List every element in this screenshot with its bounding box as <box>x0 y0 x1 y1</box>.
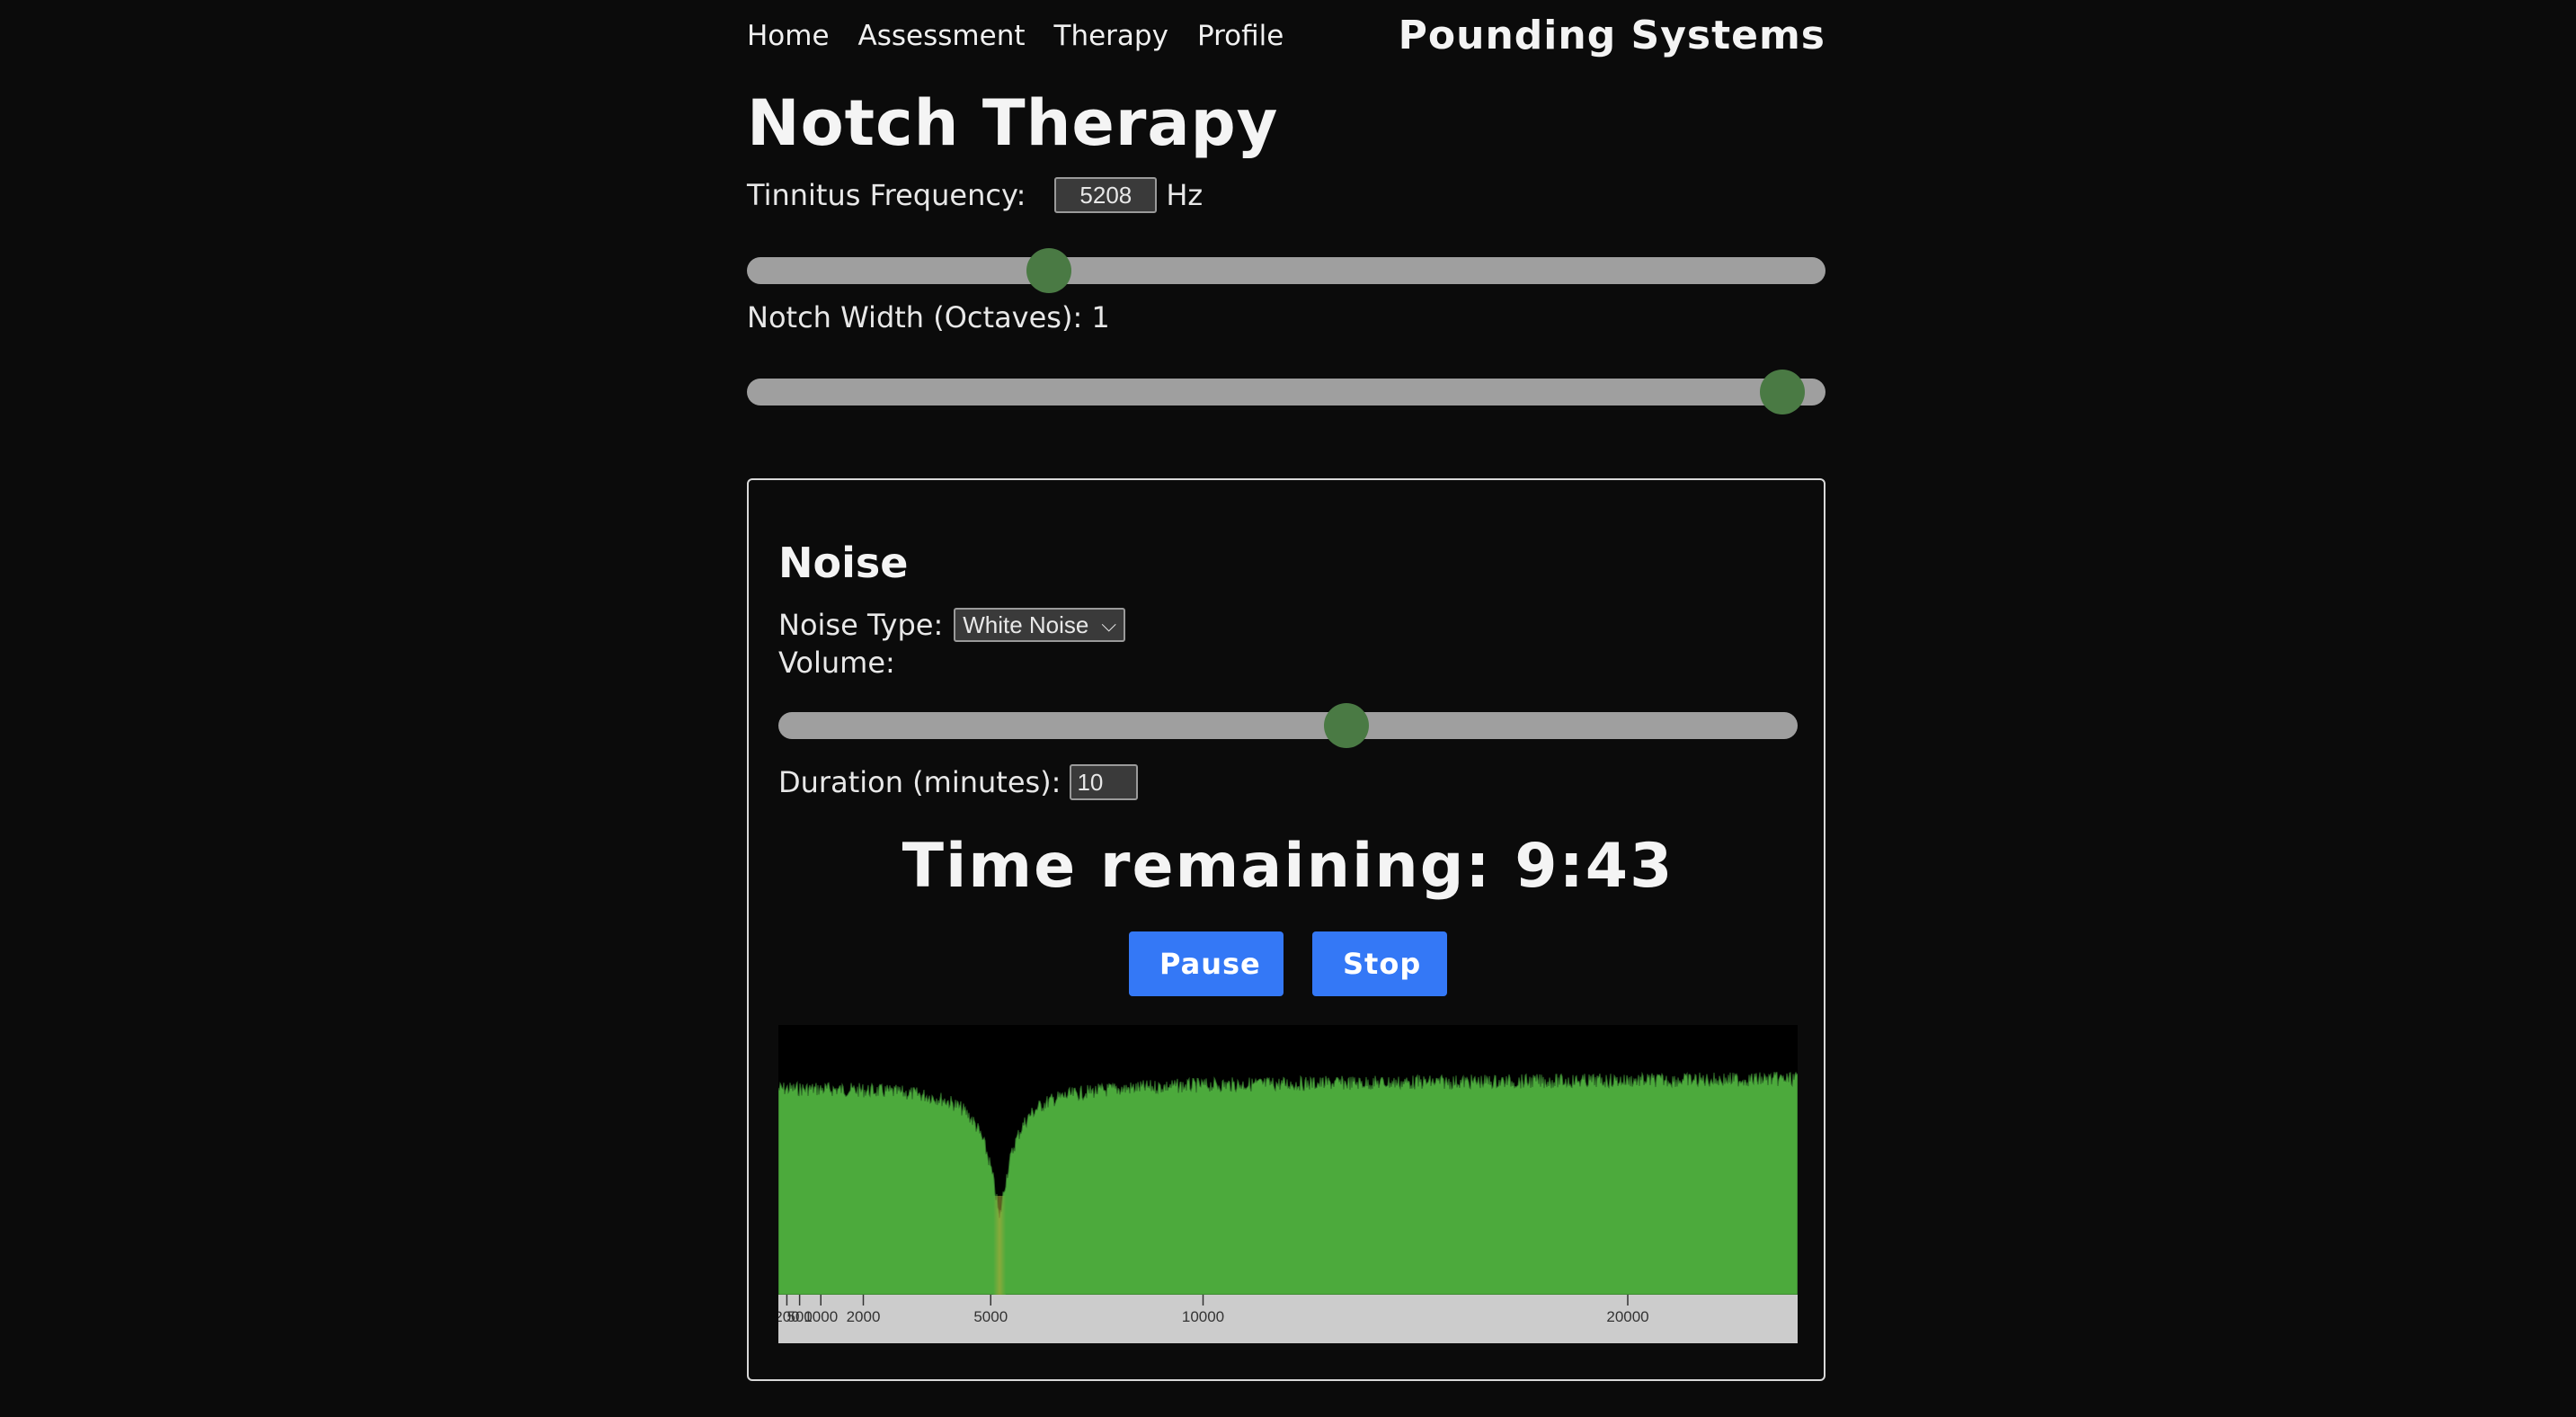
tick-label-5000: 5000 <box>973 1308 1008 1325</box>
duration-label: Duration (minutes): <box>778 765 1061 799</box>
notch-width-label: Notch Width (Octaves): 1 <box>747 300 1110 334</box>
nav-assessment[interactable]: Assessment <box>858 20 1026 56</box>
tick-label-20000: 20000 <box>1606 1308 1648 1325</box>
spectrum-area <box>778 1071 1798 1296</box>
notch-highlight <box>993 1196 1007 1295</box>
notch-width-slider-track[interactable] <box>747 379 1825 405</box>
stop-button[interactable]: Stop <box>1312 931 1447 996</box>
volume-slider[interactable] <box>778 698 1798 748</box>
playback-controls: Pause Stop <box>778 931 1798 996</box>
noise-type-value: White Noise <box>963 610 1089 638</box>
frequency-unit: Hz <box>1166 178 1204 212</box>
app-container: Home Assessment Therapy Profile Pounding… <box>747 0 1825 1417</box>
tick-label-2000: 2000 <box>847 1308 881 1325</box>
frequency-input[interactable] <box>1054 177 1158 213</box>
duration-row: Duration (minutes): <box>778 764 1139 800</box>
duration-input[interactable] <box>1070 764 1139 800</box>
volume-slider-track[interactable] <box>778 712 1798 739</box>
chevron-down-icon: ⌵ <box>1101 613 1117 636</box>
frequency-slider-track[interactable] <box>747 257 1825 284</box>
volume-label: Volume: <box>778 646 895 680</box>
nav-profile[interactable]: Profile <box>1197 20 1284 56</box>
frequency-row: Tinnitus Frequency: Hz <box>747 173 1203 218</box>
nav-home[interactable]: Home <box>747 20 830 56</box>
brand-logo: Pounding Systems <box>1398 13 1825 58</box>
spectrum-visualizer: 2005001000200050001000020000 <box>778 1025 1798 1343</box>
page-title: Notch Therapy <box>747 86 1279 160</box>
noise-type-select[interactable]: White Noise ⌵ <box>954 608 1126 642</box>
notch-width-slider-thumb[interactable] <box>1760 370 1805 414</box>
notch-width-slider[interactable] <box>747 364 1825 414</box>
frequency-label: Tinnitus Frequency: <box>747 178 1026 212</box>
noise-panel: Noise Noise Type: White Noise ⌵ Volume: … <box>747 478 1825 1381</box>
noise-type-label: Noise Type: <box>778 608 944 642</box>
nav-therapy[interactable]: Therapy <box>1054 20 1168 56</box>
time-remaining: Time remaining: 9:43 <box>902 831 1674 902</box>
frequency-slider-thumb[interactable] <box>1026 248 1071 293</box>
volume-slider-thumb[interactable] <box>1324 703 1370 748</box>
pause-button[interactable]: Pause <box>1129 931 1284 996</box>
frequency-slider[interactable] <box>747 243 1825 293</box>
noise-type-row: Noise Type: White Noise ⌵ <box>778 608 1126 642</box>
noise-panel-inner: Noise Noise Type: White Noise ⌵ Volume: … <box>778 480 1798 1379</box>
noise-title: Noise <box>778 539 909 587</box>
main-nav: Home Assessment Therapy Profile <box>747 20 1284 56</box>
tick-label-10000: 10000 <box>1182 1308 1224 1325</box>
tick-label-1000: 1000 <box>804 1308 838 1325</box>
